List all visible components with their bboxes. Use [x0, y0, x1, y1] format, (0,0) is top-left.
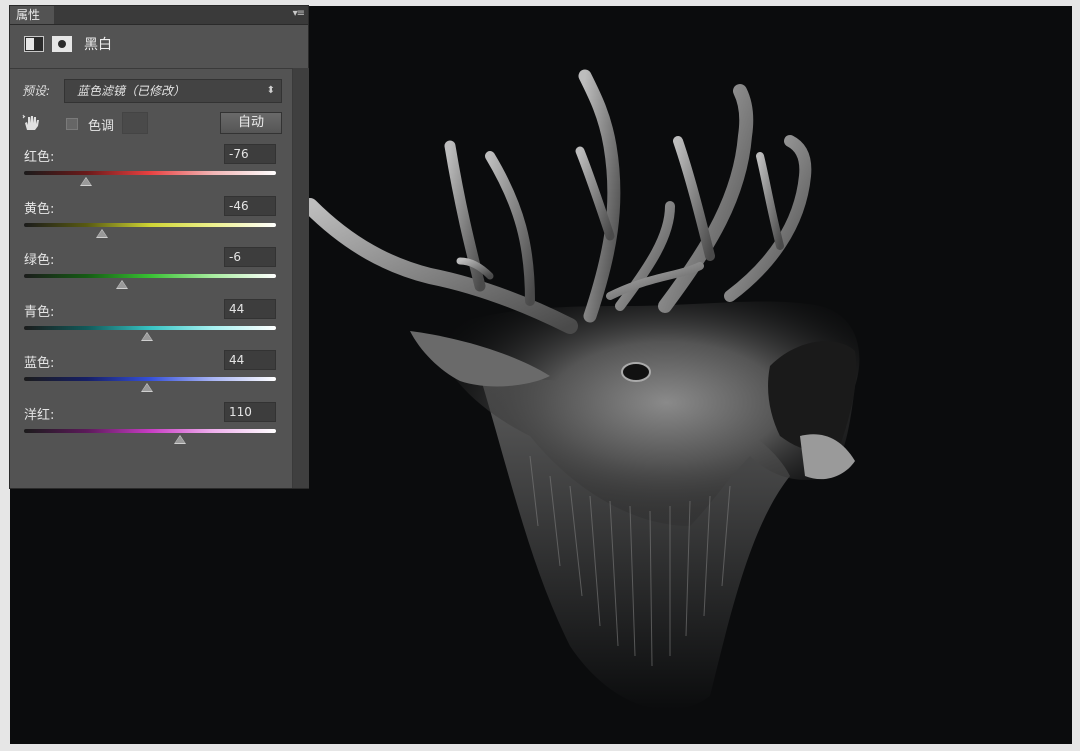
slider-label-magenta: 洋红:: [24, 407, 55, 423]
slider-track-red[interactable]: [24, 171, 276, 175]
slider-track-cyan[interactable]: [24, 325, 276, 330]
tint-checkbox[interactable]: [66, 118, 78, 130]
tint-color-swatch[interactable]: [122, 112, 148, 134]
slider-track-magenta[interactable]: [24, 428, 276, 433]
layer-mask-icon[interactable]: [52, 36, 72, 52]
slider-label-green: 绿色:: [24, 253, 55, 268]
slider-track-green[interactable]: [24, 274, 276, 278]
slider-value-green[interactable]: -6: [224, 247, 276, 267]
slider-thumb-blue[interactable]: [140, 383, 153, 392]
preset-value: 蓝色滤镜（已修改）: [77, 84, 186, 98]
slider-value-blue[interactable]: 44: [224, 350, 276, 370]
slider-label-red: 红色:: [24, 150, 55, 165]
slider-thumb-magenta[interactable]: [174, 434, 187, 444]
auto-button[interactable]: 自动: [220, 112, 282, 134]
slider-track-blue[interactable]: [24, 377, 276, 381]
divider: [10, 68, 308, 69]
slider-track-yellow[interactable]: [24, 222, 276, 227]
tab-properties[interactable]: 属性: [10, 6, 54, 24]
properties-panel: 属性 ▾≡ 黑白 预设: 蓝色滤镜（已修改） ⬍ 色调 自动 红色: -76 黄色:…: [10, 6, 309, 488]
slider-label-yellow: 黄色:: [24, 201, 55, 217]
slider-thumb-cyan[interactable]: [140, 331, 153, 341]
slider-label-blue: 蓝色:: [24, 356, 55, 371]
select-arrows-icon: ⬍: [266, 85, 275, 96]
black-white-adjustment-icon[interactable]: [24, 36, 44, 52]
slider-value-cyan[interactable]: 44: [224, 298, 276, 319]
slider-value-yellow[interactable]: -46: [224, 195, 276, 216]
preset-select[interactable]: 蓝色滤镜（已修改） ⬍: [64, 79, 282, 103]
panel-scrollbar[interactable]: [292, 68, 309, 488]
panel-menu-icon[interactable]: ▾≡: [293, 8, 305, 19]
slider-value-red[interactable]: -76: [224, 144, 276, 164]
slider-label-cyan: 青色:: [24, 304, 55, 320]
panel-tab-bar: 属性 ▾≡: [10, 6, 308, 25]
slider-value-magenta[interactable]: 110: [224, 401, 276, 422]
tint-label: 色调: [88, 119, 115, 134]
adjustment-title: 黑白: [84, 37, 112, 53]
preset-label: 预设:: [22, 84, 51, 98]
slider-thumb-green[interactable]: [115, 280, 128, 289]
slider-thumb-yellow[interactable]: [95, 228, 108, 238]
slider-thumb-red[interactable]: [80, 177, 93, 186]
targeted-adjustment-hand-icon[interactable]: [22, 114, 40, 132]
